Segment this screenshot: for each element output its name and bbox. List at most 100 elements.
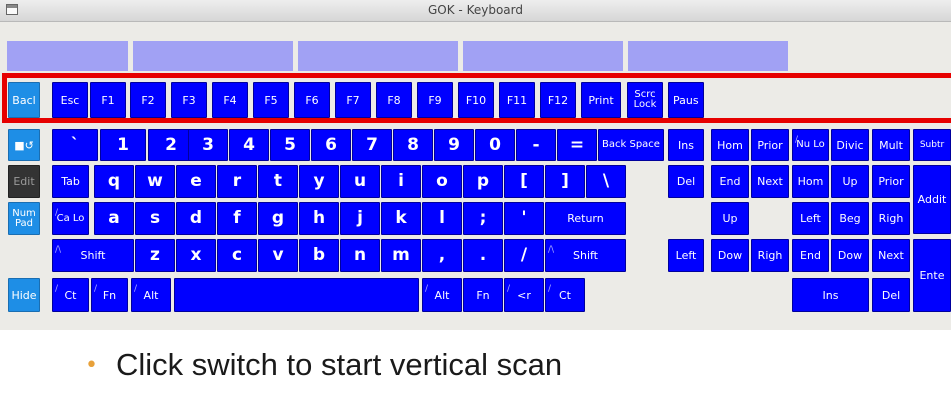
keyboard-tab-2[interactable] xyxy=(133,41,293,71)
key-backslash[interactable]: \ xyxy=(586,165,626,198)
key-menu[interactable]: / <r xyxy=(504,278,544,312)
key-caps-lock[interactable]: / Ca Lo xyxy=(52,202,89,235)
key-o[interactable]: o xyxy=(422,165,462,198)
key-ctrl-left[interactable]: / Ct xyxy=(52,278,89,312)
key-ctrl-right[interactable]: / Ct xyxy=(545,278,585,312)
keyboard-tab-5[interactable] xyxy=(628,41,788,71)
key-return[interactable]: Return xyxy=(545,202,626,235)
key-kp-next[interactable]: Next xyxy=(872,239,910,272)
key-4[interactable]: 4 xyxy=(229,129,269,161)
key-8[interactable]: 8 xyxy=(393,129,433,161)
key-shift-left[interactable]: /\ Shift xyxy=(52,239,134,272)
key-kp-subtract[interactable]: Subtr xyxy=(913,129,951,161)
key-edit-mode[interactable]: Edit xyxy=(8,165,40,198)
key-kp-home[interactable]: Hom xyxy=(792,165,829,198)
key-h[interactable]: h xyxy=(299,202,339,235)
key-kp-right[interactable]: Righ xyxy=(872,202,910,235)
key-c[interactable]: c xyxy=(217,239,257,272)
key-next[interactable]: Next xyxy=(751,165,789,198)
key-kp-enter[interactable]: Ente xyxy=(913,239,951,312)
key-left-bracket[interactable]: [ xyxy=(504,165,544,198)
key-left[interactable]: Left xyxy=(668,239,704,272)
key-kp-begin[interactable]: Beg xyxy=(831,202,869,235)
key-tab[interactable]: Tab xyxy=(52,165,89,198)
key-prior[interactable]: Prior xyxy=(751,129,789,161)
window-title: GOK - Keyboard xyxy=(428,3,523,17)
key-3[interactable]: 3 xyxy=(188,129,228,161)
key-alt-left[interactable]: / Alt xyxy=(131,278,171,312)
key-a[interactable]: a xyxy=(94,202,134,235)
key-kp-delete[interactable]: Del xyxy=(872,278,910,312)
key-shift-right[interactable]: /\ Shift xyxy=(545,239,626,272)
key-r[interactable]: r xyxy=(217,165,257,198)
key-z[interactable]: z xyxy=(135,239,175,272)
key-x[interactable]: x xyxy=(176,239,216,272)
key-kp-down[interactable]: Dow xyxy=(831,239,869,272)
key-kp-multiply[interactable]: Mult xyxy=(872,129,910,161)
key-w[interactable]: w xyxy=(135,165,175,198)
key-right[interactable]: Righ xyxy=(751,239,789,272)
key-fn-right[interactable]: Fn xyxy=(463,278,503,312)
key-f[interactable]: f xyxy=(217,202,257,235)
key-right-bracket[interactable]: ] xyxy=(545,165,585,198)
bullet-text: Click switch to start vertical scan xyxy=(115,347,563,382)
gok-keyboard-window: GOK - Keyboard Bacl Esc F1 F2 F3 F4 F5 F… xyxy=(0,0,951,330)
key-kp-insert[interactable]: Ins xyxy=(792,278,869,312)
key-semicolon[interactable]: ; xyxy=(463,202,503,235)
key-t[interactable]: t xyxy=(258,165,298,198)
key-down[interactable]: Dow xyxy=(711,239,749,272)
key-kp-left[interactable]: Left xyxy=(792,202,829,235)
key-p[interactable]: p xyxy=(463,165,503,198)
keyboard-tab-1[interactable] xyxy=(7,41,128,71)
key-6[interactable]: 6 xyxy=(311,129,351,161)
key-l[interactable]: l xyxy=(422,202,462,235)
key-j[interactable]: j xyxy=(340,202,380,235)
key-home[interactable]: Hom xyxy=(711,129,749,161)
key-i[interactable]: i xyxy=(381,165,421,198)
key-insert[interactable]: Ins xyxy=(668,129,704,161)
key-delete[interactable]: Del xyxy=(668,165,704,198)
key-v[interactable]: v xyxy=(258,239,298,272)
key-end[interactable]: End xyxy=(711,165,749,198)
key-kp-divide[interactable]: Divic xyxy=(831,129,869,161)
key-q[interactable]: q xyxy=(94,165,134,198)
key-comma[interactable]: , xyxy=(422,239,462,272)
key-b[interactable]: b xyxy=(299,239,339,272)
key-d[interactable]: d xyxy=(176,202,216,235)
key-y[interactable]: y xyxy=(299,165,339,198)
key-1[interactable]: 1 xyxy=(100,129,146,161)
key-7[interactable]: 7 xyxy=(352,129,392,161)
key-slash[interactable]: / xyxy=(504,239,544,272)
key-minus[interactable]: - xyxy=(516,129,556,161)
key-kp-add[interactable]: Addit xyxy=(913,165,951,234)
key-apostrophe[interactable]: ' xyxy=(504,202,544,235)
key-up[interactable]: Up xyxy=(711,202,749,235)
key-u[interactable]: u xyxy=(340,165,380,198)
key-e[interactable]: e xyxy=(176,165,216,198)
key-fn-left[interactable]: / Fn xyxy=(91,278,128,312)
key-kp-end[interactable]: End xyxy=(792,239,829,272)
key-0[interactable]: 0 xyxy=(475,129,515,161)
key-backtick[interactable]: ` xyxy=(52,129,98,161)
key-equals[interactable]: = xyxy=(557,129,597,161)
key-scan-toggle[interactable]: ■↺ xyxy=(8,129,40,161)
key-s[interactable]: s xyxy=(135,202,175,235)
key-5[interactable]: 5 xyxy=(270,129,310,161)
key-kp-up[interactable]: Up xyxy=(831,165,869,198)
key-space[interactable] xyxy=(174,278,419,312)
key-hide[interactable]: Hide xyxy=(8,278,40,312)
key-g[interactable]: g xyxy=(258,202,298,235)
keyboard-tab-3[interactable] xyxy=(298,41,458,71)
key-n[interactable]: n xyxy=(340,239,380,272)
key-9[interactable]: 9 xyxy=(434,129,474,161)
key-m[interactable]: m xyxy=(381,239,421,272)
key-period[interactable]: . xyxy=(463,239,503,272)
key-kp-prior[interactable]: Prior xyxy=(872,165,910,198)
key-numpad-mode[interactable]: Num Pad xyxy=(8,202,40,235)
key-k[interactable]: k xyxy=(381,202,421,235)
keyboard-tab-4[interactable] xyxy=(463,41,623,71)
key-num-lock[interactable]: / Nu Lo xyxy=(792,129,829,161)
key-alt-right[interactable]: / Alt xyxy=(422,278,462,312)
key-backspace[interactable]: Back Space xyxy=(598,129,664,161)
key-label: Ct xyxy=(64,288,77,302)
